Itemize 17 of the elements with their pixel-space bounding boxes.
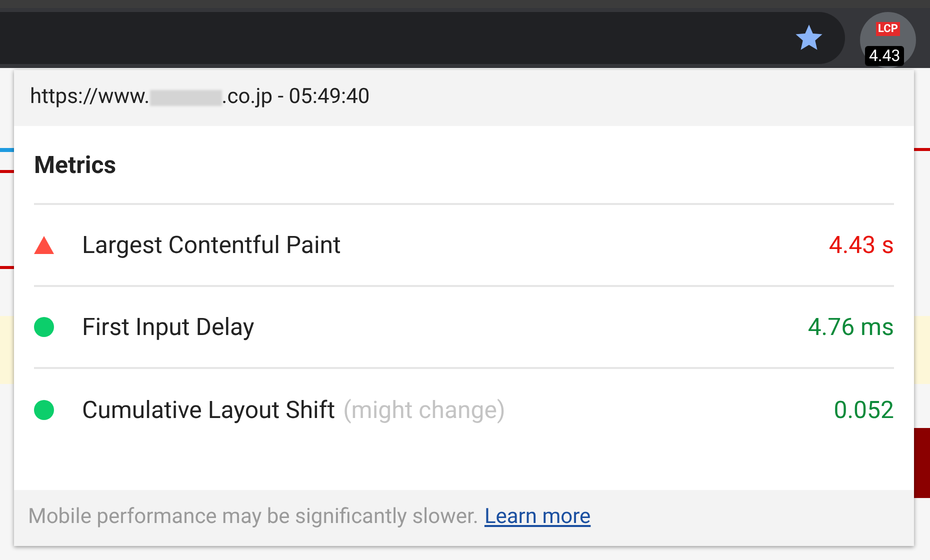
extension-label: LCP xyxy=(876,22,900,36)
metric-value: 0.052 xyxy=(834,395,894,426)
metric-note: (might change) xyxy=(343,395,506,426)
metric-value: 4.76 ms xyxy=(808,312,894,343)
metric-name: Cumulative Layout Shift xyxy=(82,395,336,426)
metric-name: Largest Contentful Paint xyxy=(82,230,341,261)
metric-name: First Input Delay xyxy=(82,312,254,343)
learn-more-link[interactable]: Learn more xyxy=(484,502,591,534)
extension-badge: 4.43 xyxy=(865,46,904,66)
footer-note: Mobile performance may be significantly slower. xyxy=(28,504,478,532)
status-dot-icon xyxy=(34,317,54,337)
metric-value: 4.43 s xyxy=(828,230,894,261)
page-url-time: .co.jp - 05:49:40 xyxy=(222,84,370,112)
section-title: Metrics xyxy=(34,126,894,205)
warning-triangle-icon xyxy=(34,236,54,254)
page-url: https://www. xyxy=(30,84,150,112)
status-dot-icon xyxy=(34,400,54,420)
